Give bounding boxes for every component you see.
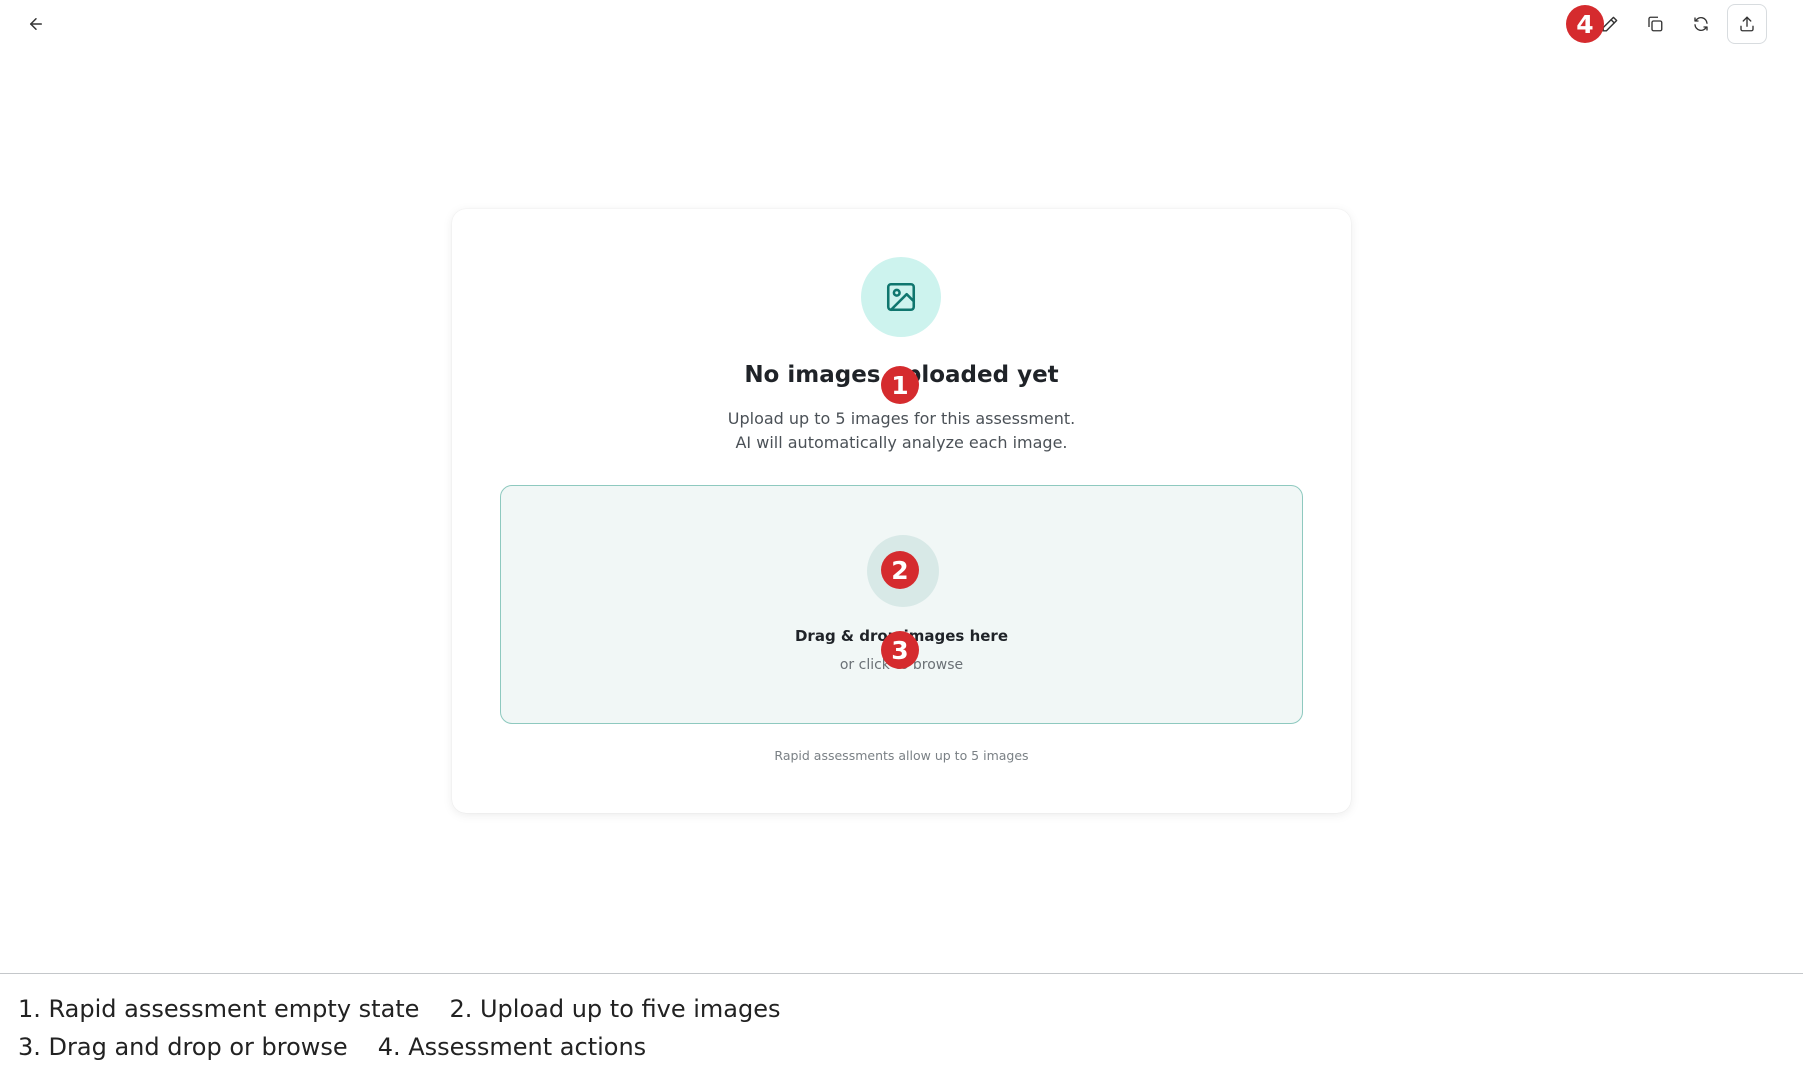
legend-row-1: 1. Rapid assessment empty state 2. Uploa… xyxy=(18,990,1803,1028)
refresh-icon xyxy=(1694,16,1708,32)
hero-image-icon-circle xyxy=(861,257,941,337)
copy-icon xyxy=(1648,16,1663,32)
top-bar xyxy=(0,0,1803,48)
subtitle-line-2: AI will automatically analyze each image… xyxy=(735,433,1068,452)
legend-item-1: 1. Rapid assessment empty state xyxy=(18,995,420,1023)
legend-item-3: 3. Drag and drop or browse xyxy=(18,1033,348,1061)
refresh-button[interactable] xyxy=(1681,4,1721,44)
share-upload-icon xyxy=(1740,16,1754,32)
image-dropzone[interactable]: Drag & drop images here or click to brow… xyxy=(500,485,1303,724)
empty-state-subtitle: Upload up to 5 images for this assessmen… xyxy=(452,407,1351,455)
export-button[interactable] xyxy=(1727,4,1767,44)
subtitle-line-1: Upload up to 5 images for this assessmen… xyxy=(727,409,1076,428)
marker-3: 3 xyxy=(881,631,919,669)
marker-1: 1 xyxy=(881,366,919,404)
image-limit-note: Rapid assessments allow up to 5 images xyxy=(774,748,1029,763)
duplicate-button[interactable] xyxy=(1635,4,1675,44)
marker-2: 2 xyxy=(881,551,919,589)
annotation-legend: 1. Rapid assessment empty state 2. Uploa… xyxy=(0,973,1803,1085)
legend-row-2: 3. Drag and drop or browse 4. Assessment… xyxy=(18,1028,1803,1066)
marker-4: 4 xyxy=(1566,5,1604,43)
back-button[interactable] xyxy=(20,12,52,36)
image-icon xyxy=(886,282,916,312)
empty-state-card: No images uploaded yet Upload up to 5 im… xyxy=(452,209,1351,813)
legend-item-2: 2. Upload up to five images xyxy=(449,995,781,1023)
legend-item-4: 4. Assessment actions xyxy=(377,1033,647,1061)
arrow-left-icon xyxy=(30,18,42,30)
